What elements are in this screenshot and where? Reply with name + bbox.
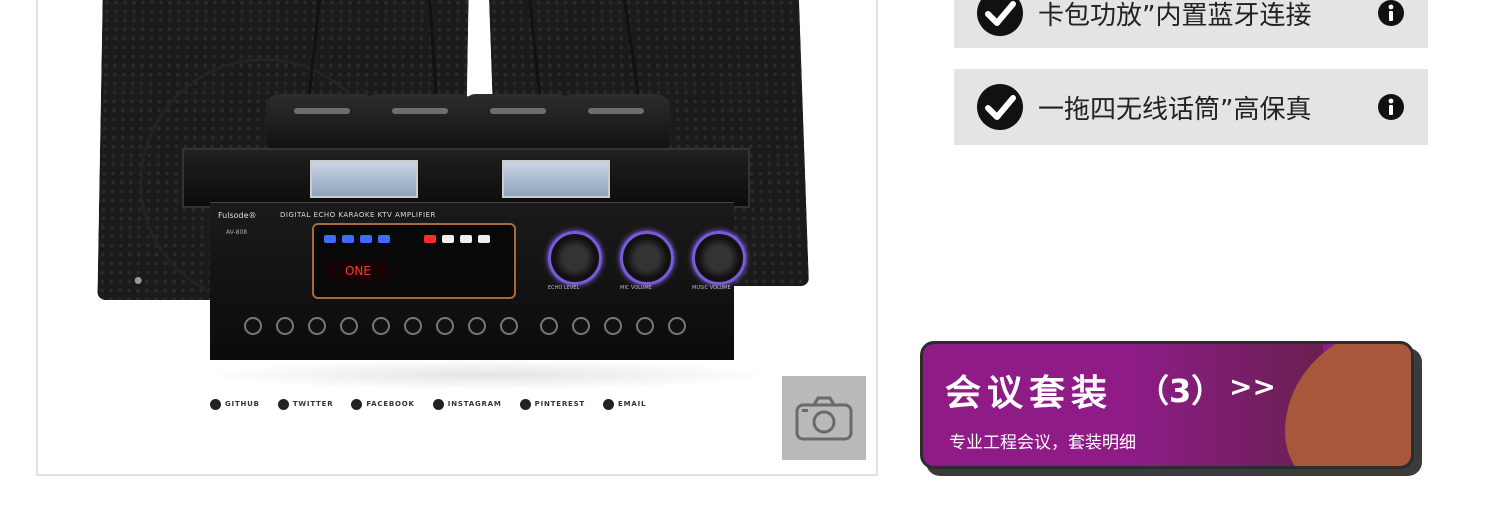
- double-chevron-right-icon: >>: [1229, 370, 1276, 403]
- led: [442, 235, 454, 243]
- instagram-icon: [432, 398, 444, 410]
- twitter-icon: [277, 398, 289, 410]
- mic-base: [462, 94, 572, 148]
- amplifier: Fulsode® AV-808 DIGITAL ECHO KARAOKE KTV…: [210, 202, 746, 363]
- promo-count: （3）: [1137, 372, 1224, 410]
- music-volume-dial: [692, 231, 746, 285]
- email-icon: [603, 398, 615, 410]
- mic-volume-dial: [620, 231, 674, 285]
- product-image: Fulsode® AV-808 DIGITAL ECHO KARAOKE KTV…: [36, 0, 878, 476]
- feature-text: 一拖四无线话筒”高保真: [1038, 94, 1312, 125]
- social-link-facebook[interactable]: FACEBOOK: [351, 398, 415, 410]
- feature-item: 卡包功放”内置蓝牙连接: [954, 0, 1428, 48]
- promo-title: 会议套装: [945, 373, 1114, 414]
- jack: [604, 317, 622, 335]
- jack: [276, 317, 294, 335]
- amp-display: ONE: [328, 261, 388, 281]
- led: [424, 235, 436, 243]
- receiver-lcd: [310, 160, 418, 198]
- echo-level-dial: [548, 231, 602, 285]
- wireless-receiver: [182, 148, 750, 208]
- amp-title: DIGITAL ECHO KARAOKE KTV AMPLIFIER: [280, 211, 436, 219]
- led: [478, 235, 490, 243]
- mic-base: [364, 94, 474, 148]
- jack: [668, 317, 686, 335]
- promo-card-meeting-set[interactable]: 会议套装 （3） >> 专业工程会议，套装明细: [920, 341, 1414, 469]
- jack: [340, 317, 358, 335]
- social-links: GITHUB TWITTER FACEBOOK INSTAGRAM PINTER…: [210, 396, 646, 412]
- feature-text: 卡包功放”内置蓝牙连接: [1038, 0, 1312, 31]
- camera-button[interactable]: [782, 376, 866, 460]
- jack: [244, 317, 262, 335]
- social-link-email[interactable]: EMAIL: [603, 398, 647, 410]
- receiver-lcd: [502, 160, 610, 198]
- jack: [636, 317, 654, 335]
- social-link-pinterest[interactable]: PINTEREST: [519, 398, 586, 410]
- social-link-github[interactable]: GITHUB: [210, 398, 260, 410]
- amp-brand: Fulsode®: [218, 211, 257, 220]
- mic-base: [560, 94, 670, 148]
- floor-shadow: [198, 360, 778, 390]
- jack: [468, 317, 486, 335]
- amp-control-panel: ONE: [312, 223, 516, 299]
- info-icon[interactable]: [1378, 0, 1404, 26]
- dial-label: MIC VOLUME: [620, 285, 652, 291]
- camera-icon: [795, 396, 853, 441]
- pinterest-icon: [519, 398, 531, 410]
- jack: [308, 317, 326, 335]
- jack: [500, 317, 518, 335]
- check-circle-icon: [977, 0, 1023, 36]
- feature-item: 一拖四无线话筒”高保真: [954, 69, 1428, 145]
- social-label: INSTAGRAM: [447, 400, 502, 408]
- facebook-icon: [351, 398, 363, 410]
- social-label: PINTEREST: [534, 400, 586, 408]
- led: [360, 235, 372, 243]
- jack: [540, 317, 558, 335]
- info-icon[interactable]: [1378, 94, 1404, 120]
- amp-model: AV-808: [226, 229, 248, 236]
- jack: [572, 317, 590, 335]
- social-label: EMAIL: [618, 400, 647, 408]
- jack: [372, 317, 390, 335]
- social-label: GITHUB: [225, 400, 260, 408]
- led: [324, 235, 336, 243]
- social-label: TWITTER: [292, 400, 334, 408]
- dial-label: MUSIC VOLUME: [692, 285, 731, 291]
- check-circle-icon: [977, 84, 1023, 130]
- led: [460, 235, 472, 243]
- social-link-instagram[interactable]: INSTAGRAM: [432, 398, 502, 410]
- promo-subtitle: 专业工程会议，套装明细: [949, 433, 1136, 453]
- social-link-twitter[interactable]: TWITTER: [277, 398, 334, 410]
- jack: [404, 317, 422, 335]
- mic-base: [266, 94, 376, 148]
- dial-label: ECHO LEVEL: [548, 285, 580, 291]
- github-icon: [210, 398, 221, 410]
- led: [378, 235, 390, 243]
- led: [342, 235, 354, 243]
- speaker-knob: [134, 277, 142, 284]
- jack: [436, 317, 454, 335]
- social-label: FACEBOOK: [366, 400, 415, 408]
